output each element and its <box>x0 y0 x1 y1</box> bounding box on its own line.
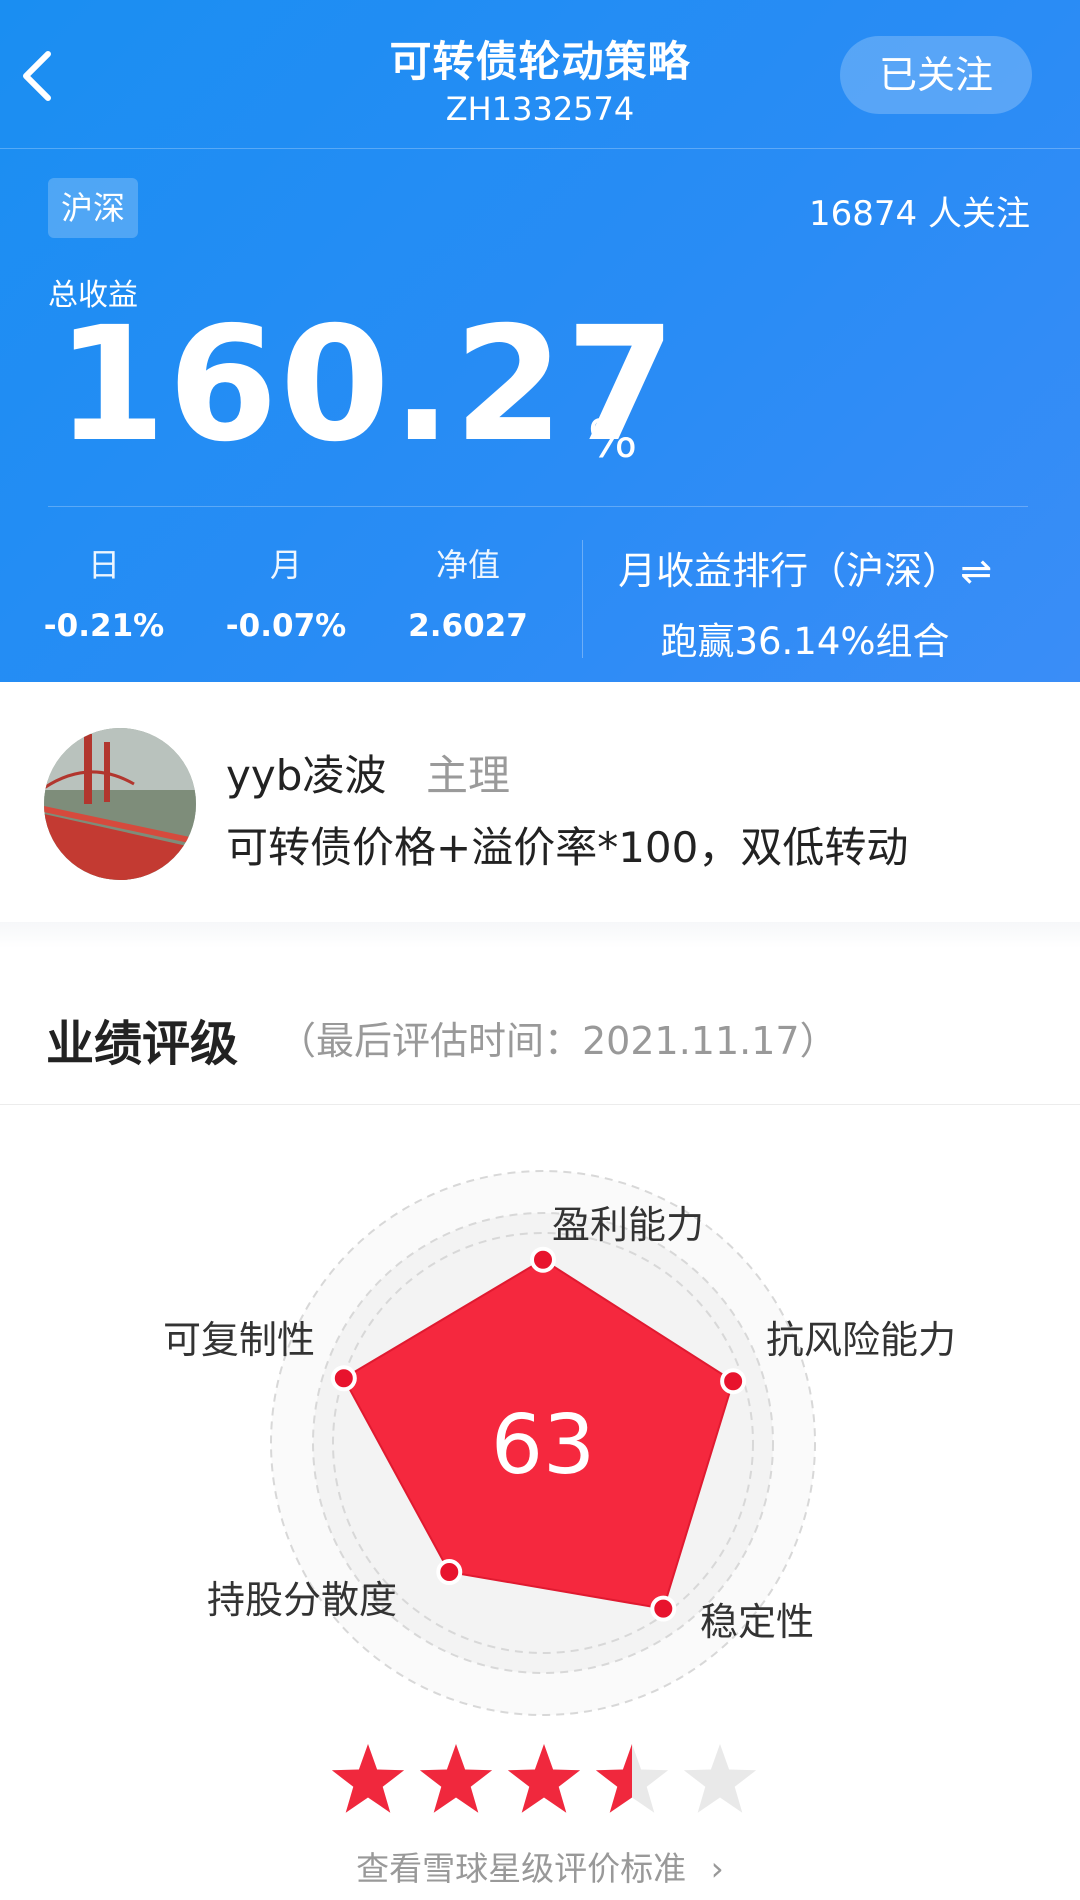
radar-point <box>530 1246 556 1273</box>
portfolio-header: 可转债轮动策略 ZH1332574 已关注 沪深 16874 人关注 总收益 1… <box>0 0 1080 682</box>
evaluation-date: （最后评估时间：2021.11.17） <box>278 1019 838 1063</box>
radar-point <box>330 1365 357 1392</box>
star-filled-icon <box>507 1744 581 1813</box>
performance-title: 业绩评级 <box>46 1016 239 1072</box>
stat-nav: 净值 2.6027 <box>378 540 558 644</box>
section-gap <box>0 922 1080 948</box>
star-empty-icon <box>683 1744 757 1813</box>
stat-label: 月 <box>269 546 302 584</box>
owner-card[interactable]: yyb凌波 主理 可转债价格+溢价率*100，双低转动 <box>0 682 1080 922</box>
follow-button[interactable]: 已关注 <box>840 36 1032 114</box>
score-value: 63 <box>491 1398 595 1493</box>
star-filled-icon <box>419 1744 493 1813</box>
radar-point <box>436 1559 463 1586</box>
stat-monthly: 月 -0.07% <box>196 540 376 644</box>
divider <box>0 148 1080 149</box>
monthly-rank[interactable]: 月收益排行（沪深）⇌ 跑赢36.14%组合 <box>590 540 1020 665</box>
stat-label: 净值 <box>435 546 500 584</box>
market-tag: 沪深 <box>48 178 138 238</box>
rating-criteria-link[interactable]: 查看雪球星级评价标准 › <box>0 1842 1080 1890</box>
stat-value: -0.21% <box>43 608 165 644</box>
radar-point <box>650 1595 677 1622</box>
criteria-link-label: 查看雪球星级评价标准 <box>356 1849 687 1888</box>
star-rating <box>331 1744 757 1813</box>
radar-label-risk: 抗风险能力 <box>766 1318 956 1362</box>
total-return-value: 160.27 <box>56 293 678 477</box>
chevron-right-icon: › <box>710 1849 724 1888</box>
owner-name[interactable]: yyb凌波 <box>226 742 386 803</box>
rank-title: 月收益排行（沪深）⇌ <box>618 549 992 593</box>
followers-count: 16874 人关注 <box>809 194 1030 234</box>
stat-value: 2.6027 <box>408 608 528 644</box>
owner-role: 主理 <box>426 751 511 800</box>
radar-label-replicability: 可复制性 <box>163 1318 315 1362</box>
strategy-description: 可转债价格+溢价率*100，双低转动 <box>226 823 909 872</box>
divider <box>48 506 1028 507</box>
stat-label: 日 <box>87 546 120 584</box>
stat-daily: 日 -0.21% <box>14 540 194 644</box>
radar-label-profit: 盈利能力 <box>552 1203 704 1247</box>
radar-label-diversification: 持股分散度 <box>207 1578 397 1622</box>
star-filled-icon <box>331 1744 405 1813</box>
divider <box>0 1104 1080 1105</box>
total-return-unit: % <box>588 410 638 470</box>
performance-radar-chart: 63 盈利能力 抗风险能力 稳定性 持股分散度 可复制性 <box>163 1170 956 1716</box>
radar-label-stability: 稳定性 <box>700 1600 814 1644</box>
stat-value: -0.07% <box>225 608 347 644</box>
avatar[interactable] <box>44 728 196 880</box>
radar-point <box>720 1368 747 1395</box>
divider <box>582 540 583 658</box>
navbar: 可转债轮动策略 ZH1332574 已关注 <box>0 0 1080 148</box>
rank-desc: 跑赢36.14%组合 <box>660 620 950 663</box>
